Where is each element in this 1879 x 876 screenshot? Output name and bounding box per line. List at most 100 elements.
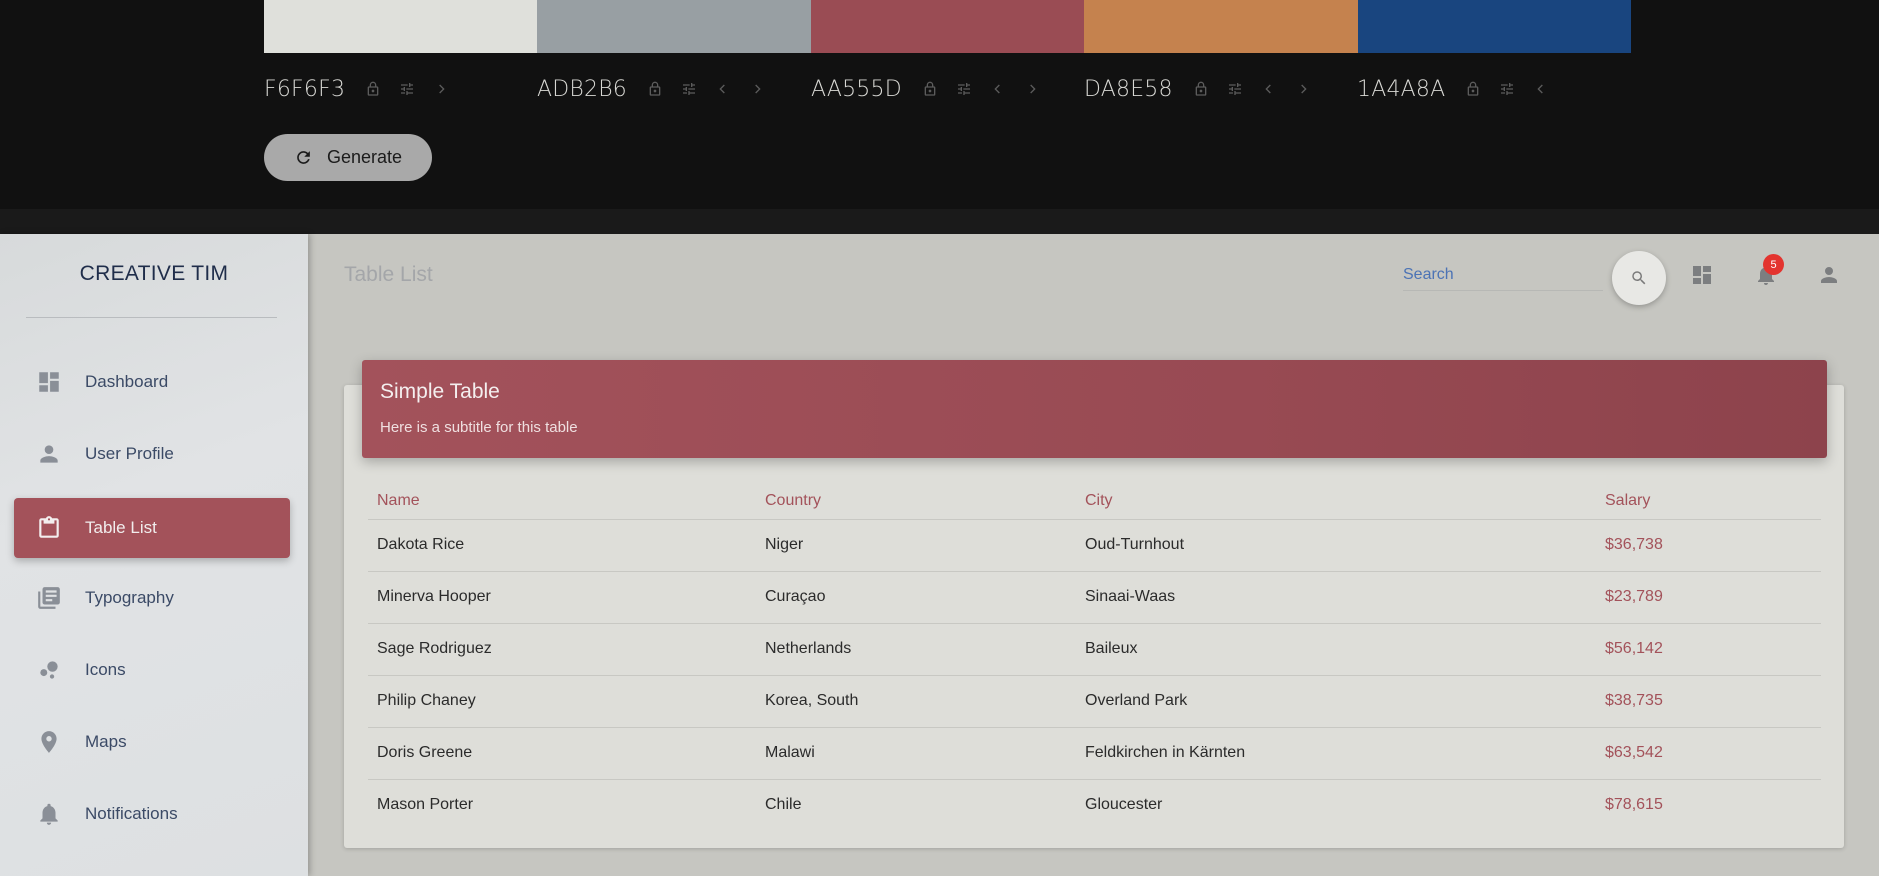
palette-swatch-strip [264,0,1631,53]
swatch-2-controls: ADB2B6 [537,74,783,104]
adjust-sliders-icon[interactable] [956,81,972,97]
lock-icon[interactable] [1193,81,1209,97]
search-icon [1632,271,1646,285]
cell-salary: $56,142 [1596,623,1821,676]
search-field[interactable] [1403,259,1603,291]
sidebar-item-dashboard[interactable]: Dashboard [14,352,290,412]
sidebar-item-label: Table List [85,518,157,537]
simple-table: Name Country City Salary Dakota Rice Nig… [368,483,1821,831]
sidebar-item-notifications[interactable]: Notifications [14,784,290,844]
column-header-name: Name [368,483,756,520]
clipboard-icon [36,515,62,541]
card-subtitle: Here is a subtitle for this table [380,419,578,436]
swatch-1[interactable] [264,0,538,53]
swatch-controls: F6F6F3 ADB2B6 AA555D DA8E58 1A4A8A [264,74,1631,104]
sidebar-item-maps[interactable]: Maps [14,712,290,772]
table-row: Doris Greene Malawi Feldkirchen in Kärnt… [368,727,1821,780]
table-row: Philip Chaney Korea, South Overland Park… [368,675,1821,728]
table-row: Sage Rodriguez Netherlands Baileux $56,1… [368,623,1821,676]
generate-button[interactable]: Generate [264,134,432,181]
sidebar-item-label: Maps [85,732,127,751]
search-input[interactable] [1403,265,1603,284]
swatch-hex-label[interactable]: F6F6F3 [264,77,345,102]
lock-icon[interactable] [922,81,938,97]
table-row: Mason Porter Chile Gloucester $78,615 [368,779,1821,831]
notification-count-badge: 5 [1763,254,1784,275]
lock-icon[interactable] [1465,81,1481,97]
chevron-right-icon[interactable] [749,81,765,97]
column-header-city: City [1076,483,1596,520]
table-row: Minerva Hooper Curaçao Sinaai-Waas $23,7… [368,571,1821,624]
dashboard-button[interactable] [1689,262,1715,288]
chevron-left-icon[interactable] [1261,81,1277,97]
column-header-salary: Salary [1596,483,1821,520]
table-header-row: Name Country City Salary [368,483,1821,520]
adjust-sliders-icon[interactable] [1227,81,1243,97]
sidebar-item-label: User Profile [85,444,174,463]
chevron-right-icon[interactable] [1295,81,1311,97]
adjust-sliders-icon[interactable] [399,81,415,97]
swatch-hex-label[interactable]: 1A4A8A [1357,77,1445,102]
chevron-right-icon[interactable] [433,81,449,97]
sidebar-item-label: Icons [85,660,126,679]
cell-country: Malawi [756,727,1076,780]
swatch-hex-label[interactable]: AA555D [811,77,902,102]
swatch-hex-label[interactable]: ADB2B6 [537,77,627,102]
sidebar-item-label: Dashboard [85,372,169,391]
page-title[interactable]: Table List [344,263,433,287]
cell-country: Curaçao [756,571,1076,624]
swatch-3-controls: AA555D [811,74,1058,104]
swatch-5[interactable] [1357,0,1631,53]
cell-salary: $23,789 [1596,571,1821,624]
card-title: Simple Table [380,380,500,403]
cell-city: Sinaai-Waas [1076,571,1596,624]
swatch-hex-label[interactable]: DA8E58 [1084,77,1173,102]
cell-country: Chile [765,796,802,814]
chevron-right-icon[interactable] [1024,81,1040,97]
bell-icon [36,801,62,827]
cell-salary: $36,738 [1596,519,1821,572]
lock-icon[interactable] [647,81,663,97]
refresh-icon [297,151,310,164]
adjust-sliders-icon[interactable] [1499,81,1515,97]
chevron-left-icon[interactable] [1533,81,1549,97]
sidebar-item-typography[interactable]: Typography [14,568,290,628]
swatch-2[interactable] [537,0,811,53]
cell-country: Netherlands [756,623,1076,676]
bubble-chart-icon [36,657,62,683]
cell-name: Dakota Rice [368,519,756,572]
cell-name: Minerva Hooper [368,571,756,624]
brand-logo[interactable]: CREATIVE TIM [0,262,308,286]
table-card-header: Simple Table Here is a subtitle for this… [362,360,1827,458]
divider [0,209,1879,234]
sidebar-item-table-list[interactable]: Table List [14,498,290,558]
adjust-sliders-icon[interactable] [681,81,697,97]
divider [26,317,277,318]
cell-salary: $38,735 [1596,675,1821,728]
user-account-button[interactable] [1816,262,1842,288]
swatch-4[interactable] [1084,0,1358,53]
swatch-5-controls: 1A4A8A [1357,74,1567,104]
sidebar-item-label: Typography [85,588,174,607]
library-books-icon [36,585,62,611]
cell-salary: $78,615 [1605,796,1663,814]
chevron-left-icon[interactable] [715,81,731,97]
cell-country: Korea, South [756,675,1076,728]
dashboard-preview: CREATIVE TIM Dashboard User Profile Tabl… [0,234,1879,876]
cell-name: Philip Chaney [368,675,756,728]
chevron-left-icon[interactable] [990,81,1006,97]
palette-generator: F6F6F3 ADB2B6 AA555D DA8E58 1A4A8A Gener… [0,0,1879,234]
person-icon [36,441,62,467]
swatch-1-controls: F6F6F3 [264,74,467,104]
cell-name: Mason Porter [377,796,474,814]
cell-city: Oud-Turnhout [1076,519,1596,572]
dashboard-icon [36,369,62,395]
table-row: Dakota Rice Niger Oud-Turnhout $36,738 [368,519,1821,572]
cell-name: Sage Rodriguez [368,623,756,676]
sidebar-item-user-profile[interactable]: User Profile [14,424,290,484]
lock-icon[interactable] [365,81,381,97]
cell-city: Gloucester [1085,796,1163,814]
sidebar-item-icons[interactable]: Icons [14,640,290,700]
search-button[interactable] [1612,251,1666,305]
swatch-3[interactable] [810,0,1085,53]
